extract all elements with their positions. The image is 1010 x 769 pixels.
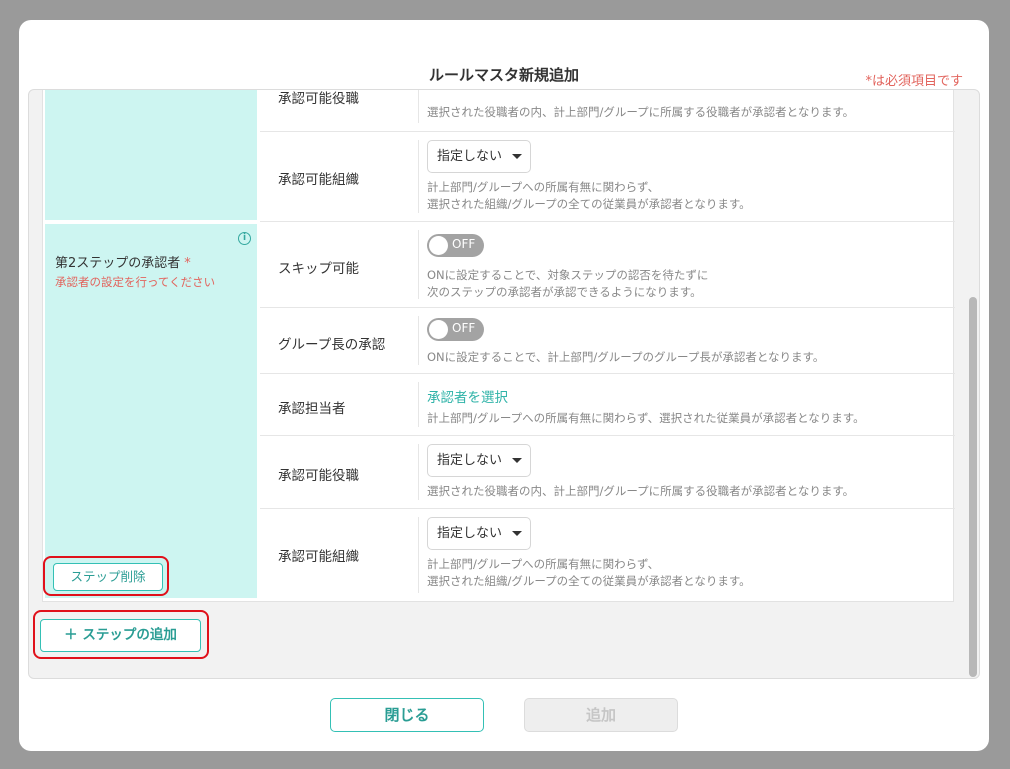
approvable-organization-select-2[interactable]: 指定しない <box>427 517 531 550</box>
row-description-line1: 計上部門/グループへの所属有無に関わらず、 <box>427 557 660 571</box>
toggle-text: OFF <box>452 321 476 335</box>
step1-header-cell <box>45 90 257 220</box>
group-leader-toggle[interactable]: OFF <box>427 318 484 341</box>
select-approver-link[interactable]: 承認者を選択 <box>427 386 955 406</box>
row-description-line1: ONに設定することで、対象ステップの認否を待たずに <box>427 268 709 282</box>
row-approvable-position-2: 承認可能役職 指定しない 選択された役職者の内、計上部門/グループに所属する役職… <box>260 436 955 509</box>
row-divider <box>418 517 419 593</box>
info-icon[interactable]: i <box>238 232 251 245</box>
row-approvable-position-1: 承認可能役職 選択された役職者の内、計上部門/グループに所属する役職者が承認者と… <box>260 90 955 132</box>
toggle-text: OFF <box>452 237 476 251</box>
toggle-knob <box>429 236 448 255</box>
required-star: * <box>184 256 191 271</box>
caret-down-icon <box>512 154 522 159</box>
row-label: 承認可能組織 <box>278 172 359 188</box>
approvable-organization-select[interactable]: 指定しない <box>427 140 531 173</box>
row-description: ONに設定することで、計上部門/グループのグループ長が承認者となります。 <box>427 350 825 364</box>
row-description-line2: 選択された組織/グループの全ての従業員が承認者となります。 <box>427 197 751 211</box>
row-divider <box>418 444 419 500</box>
modal-title: ルールマスタ新規追加 <box>428 66 579 84</box>
caret-down-icon <box>512 531 522 536</box>
step2-title-text: 第2ステップの承認者 <box>55 256 181 271</box>
toggle-knob <box>429 320 448 339</box>
row-skippable: スキップ可能 OFF ONに設定することで、対象ステップの認否を待たずに 次のス… <box>260 222 955 308</box>
row-divider <box>418 90 419 123</box>
row-divider <box>418 316 419 365</box>
row-approvable-organization-1: 承認可能組織 指定しない 計上部門/グループへの所属有無に関わらず、 選択された… <box>260 132 955 222</box>
row-label: 承認可能組織 <box>278 549 359 565</box>
skippable-toggle[interactable]: OFF <box>427 234 484 257</box>
row-approver: 承認担当者 承認者を選択 計上部門/グループへの所属有無に関わらず、選択された従… <box>260 374 955 436</box>
row-description: 計上部門/グループへの所属有無に関わらず、選択された従業員が承認者となります。 <box>427 411 865 425</box>
close-button[interactable]: 閉じる <box>330 698 484 732</box>
row-approvable-organization-2: 承認可能組織 指定しない 計上部門/グループへの所属有無に関わらず、 選択された… <box>260 509 955 601</box>
row-label: 承認担当者 <box>278 401 346 417</box>
vertical-scrollbar[interactable] <box>969 297 977 677</box>
row-description-line2: 次のステップの承認者が承認できるようになります。 <box>427 285 702 299</box>
add-button[interactable]: 追加 <box>524 698 678 732</box>
row-divider <box>418 140 419 213</box>
row-group-leader-approval: グループ長の承認 OFF ONに設定することで、計上部門/グループのグループ長が… <box>260 308 955 374</box>
row-description: 選択された役職者の内、計上部門/グループに所属する役職者が承認者となります。 <box>427 484 855 498</box>
row-label: 承認可能役職 <box>278 91 359 107</box>
step2-warning: 承認者の設定を行ってください <box>55 275 216 289</box>
step2-header-cell: i 第2ステップの承認者 * 承認者の設定を行ってください ステップ削除 <box>45 224 257 598</box>
required-note: *は必須項目です <box>865 74 963 89</box>
select-value: 指定しない <box>437 453 503 468</box>
step2-title: 第2ステップの承認者 * <box>55 252 191 271</box>
highlight-add-step <box>33 610 209 659</box>
row-label: スキップ可能 <box>278 261 359 277</box>
highlight-delete-step <box>43 556 169 596</box>
row-label: グループ長の承認 <box>278 337 386 353</box>
row-divider <box>418 382 419 427</box>
approval-steps-card: i 第2ステップの承認者 * 承認者の設定を行ってください ステップ削除 承認可能… <box>42 90 955 602</box>
row-description: 選択された役職者の内、計上部門/グループに所属する役職者が承認者となります。 <box>427 105 855 119</box>
row-label: 承認可能役職 <box>278 468 359 484</box>
approvable-position-select[interactable]: 指定しない <box>427 444 531 477</box>
row-description-line2: 選択された組織/グループの全ての従業員が承認者となります。 <box>427 574 751 588</box>
rule-master-modal: ルールマスタ新規追加 *は必須項目です i 第2ステップの承認者 * 承認者の設定… <box>19 20 989 751</box>
row-description-line1: 計上部門/グループへの所属有無に関わらず、 <box>427 180 660 194</box>
caret-down-icon <box>512 458 522 463</box>
select-value: 指定しない <box>437 149 503 164</box>
scroll-area[interactable]: i 第2ステップの承認者 * 承認者の設定を行ってください ステップ削除 承認可能… <box>28 89 980 679</box>
row-divider <box>418 230 419 299</box>
select-value: 指定しない <box>437 526 503 541</box>
